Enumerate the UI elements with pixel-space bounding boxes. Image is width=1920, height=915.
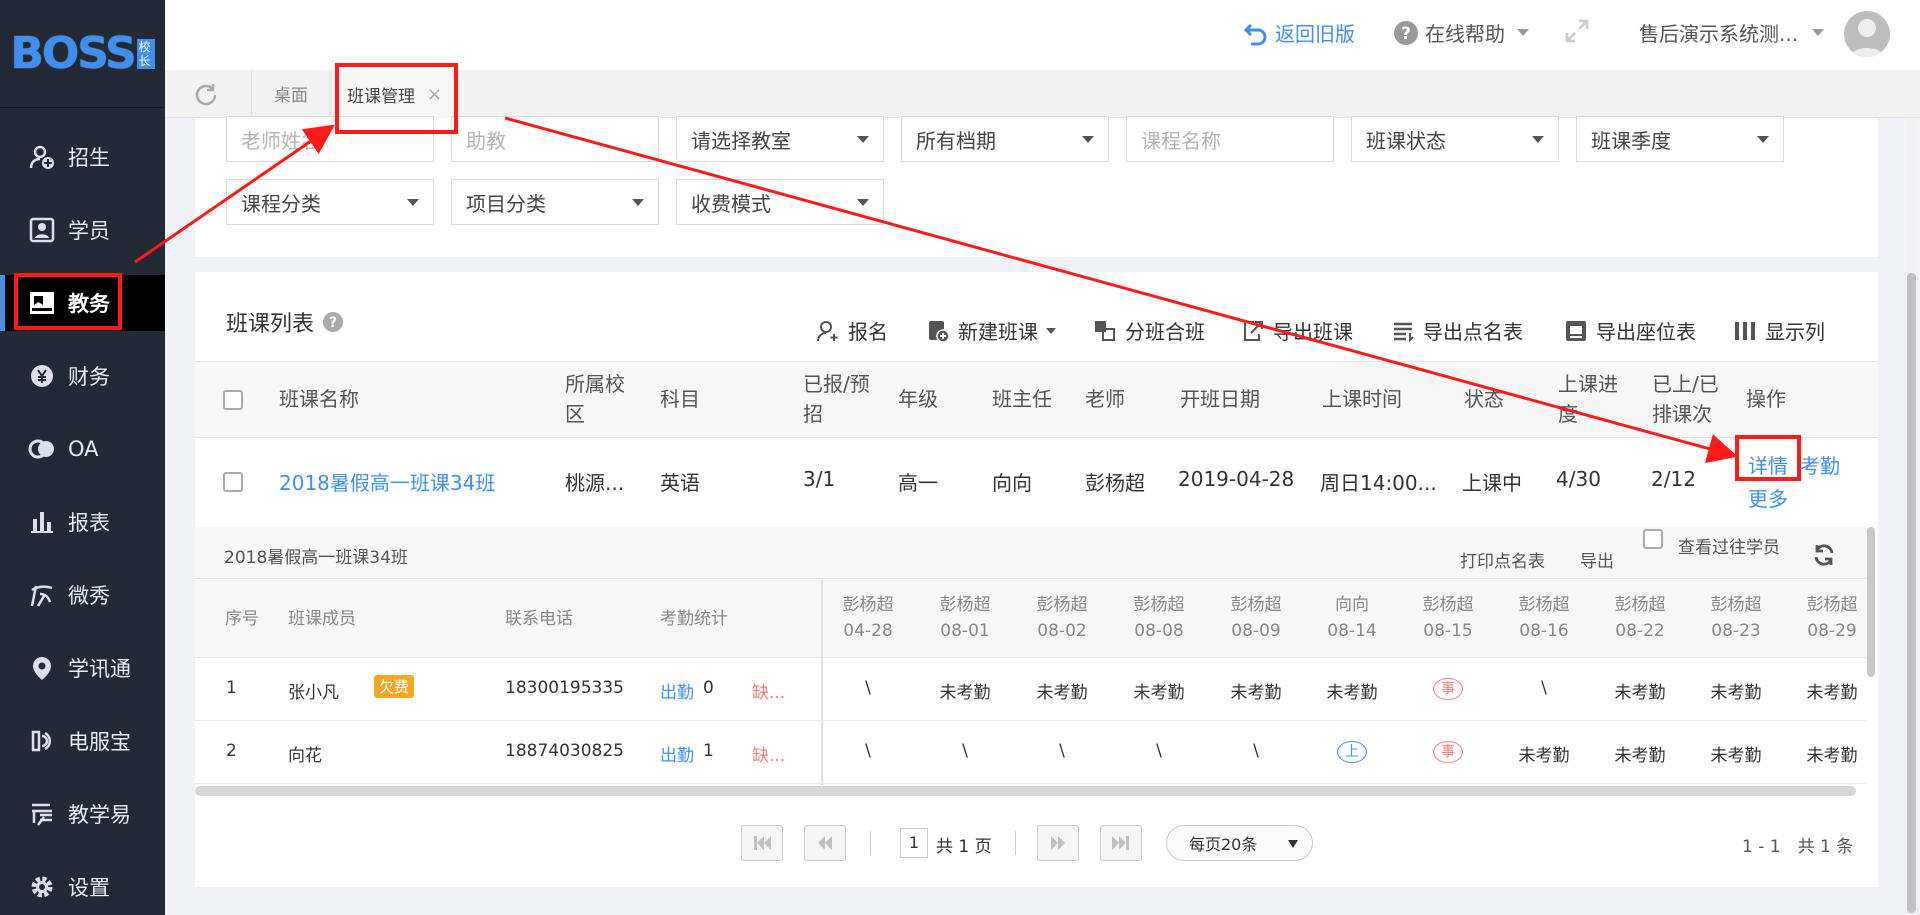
annotation-arrow-2	[504, 116, 1738, 464]
annotation-arrow-1	[134, 124, 335, 264]
annotation-arrows	[134, 116, 1738, 464]
